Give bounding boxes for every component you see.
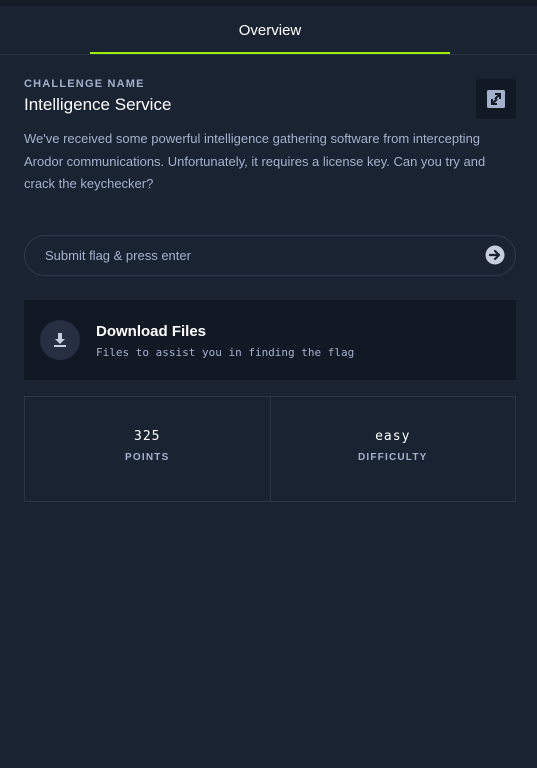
arrow-right-circle-icon[interactable] — [485, 245, 505, 265]
download-files-button[interactable]: Download Files Files to assist you in fi… — [24, 300, 516, 380]
points-value: 325 — [134, 429, 161, 444]
difficulty-value: easy — [375, 429, 411, 444]
download-icon — [54, 333, 66, 347]
stats-panel: 325 POINTS easy DIFFICULTY — [24, 396, 516, 502]
points-label: POINTS — [125, 452, 170, 463]
difficulty-label: DIFFICULTY — [357, 452, 428, 463]
challenge-title: Intelligence Service — [24, 95, 172, 114]
flag-input[interactable] — [45, 236, 475, 275]
active-tab-indicator — [90, 52, 450, 54]
difficulty-stat: easy DIFFICULTY — [269, 397, 516, 501]
flag-field — [24, 235, 516, 276]
challenge-panel: Overview CHALLENGE NAME Intelligence Ser… — [0, 0, 537, 768]
tab-bar: Overview — [0, 6, 537, 55]
download-icon-badge — [40, 320, 80, 360]
tab-overview[interactable]: Overview — [90, 6, 450, 54]
challenge-name-label: CHALLENGE NAME — [24, 78, 145, 90]
share-icon — [487, 90, 505, 108]
download-subtitle: Files to assist you in finding the flag — [96, 346, 355, 359]
challenge-description: We've received some powerful intelligenc… — [24, 131, 486, 191]
tab-overview-label: Overview — [238, 21, 302, 39]
points-stat: 325 POINTS — [25, 397, 270, 501]
download-title: Download Files — [96, 323, 207, 340]
share-button[interactable] — [476, 79, 516, 119]
